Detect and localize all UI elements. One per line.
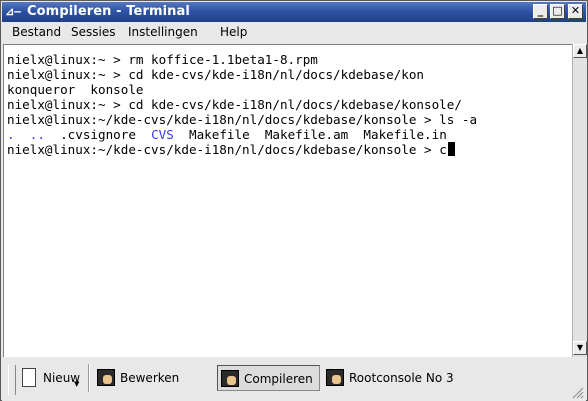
terminal-line: nielx@linux:~/kde-cvs/kde-i18n/nl/docs/k… [7,112,478,127]
menu-sessies[interactable]: Sessies [71,25,115,40]
terminal-line: nielx@linux:~ > rm koffice-1.1beta1-8.rp… [7,52,318,67]
terminal-line: nielx@linux:~ > cd kde-cvs/kde-i18n/nl/d… [7,67,425,82]
tab-label: Bewerken [120,371,180,385]
text-cursor [447,142,455,156]
new-session-button[interactable]: Nieuw ▼ [18,365,84,391]
terminal-prompt-line: nielx@linux:~/kde-cvs/kde-i18n/nl/docs/k… [7,142,455,157]
menu-help[interactable]: Help [220,25,247,40]
terminal-prompt: nielx@linux:~/kde-cvs/kde-i18n/nl/docs/k… [7,142,440,157]
title-bar[interactable]: ⊿– Compileren - Terminal _ □ ✕ [2,2,586,22]
tab-rootconsole[interactable]: Rootconsole No 3 [323,365,463,391]
scroll-up-icon[interactable]: ▲ [573,44,587,58]
dropdown-arrow-icon: ▼ [74,380,80,388]
tab-label: Rootconsole No 3 [349,371,454,385]
maximize-icon: □ [552,4,563,17]
new-document-icon [22,368,36,387]
close-icon: ✕ [570,4,581,17]
terminal-output[interactable]: nielx@linux:~ > rm koffice-1.1beta1-8.rp… [3,44,572,357]
session-tab-bar: Nieuw ▼ Bewerken Compileren Rootconsole … [2,357,586,401]
minimize-icon: _ [537,4,544,17]
window-menu-icon[interactable]: ⊿– [5,4,21,19]
menu-bestand[interactable]: Bestand [12,25,61,40]
tab-bewerken[interactable]: Bewerken [94,365,184,391]
terminal-line: konqueror konsole [7,82,144,97]
terminal-line: nielx@linux:~ > cd kde-cvs/kde-i18n/nl/d… [7,97,462,112]
menu-bar: Bestand Sessies Instellingen Help [2,22,586,44]
ls-files: Makefile Makefile.am Makefile.in [189,127,447,142]
terminal-window: ⊿– Compileren - Terminal _ □ ✕ Bestand S… [0,0,588,401]
tab-compileren[interactable]: Compileren [217,365,320,391]
window-title: Compileren - Terminal [27,4,190,19]
maximize-button[interactable]: □ [550,4,565,19]
ls-dots: . .. [7,127,45,142]
terminal-input[interactable]: c [439,142,447,157]
konsole-icon [326,369,344,386]
konsole-icon [97,369,115,386]
konsole-icon [221,370,239,387]
resize-grip-icon[interactable] [572,387,584,399]
ls-output-line: . .. .cvsignore CVS Makefile Makefile.am… [7,127,447,142]
scroll-down-icon[interactable]: ▼ [573,341,587,355]
menu-instellingen[interactable]: Instellingen [128,25,198,40]
ls-cvs-directory: CVS [151,127,174,142]
ls-cvsignore: .cvsignore [60,127,136,142]
toolbar-handle[interactable] [8,365,16,395]
minimize-button[interactable]: _ [533,4,548,19]
vertical-scrollbar[interactable]: ▲ ▼ [572,44,587,357]
separator [88,364,90,392]
close-button[interactable]: ✕ [568,4,583,19]
tab-label: Compileren [244,372,313,386]
